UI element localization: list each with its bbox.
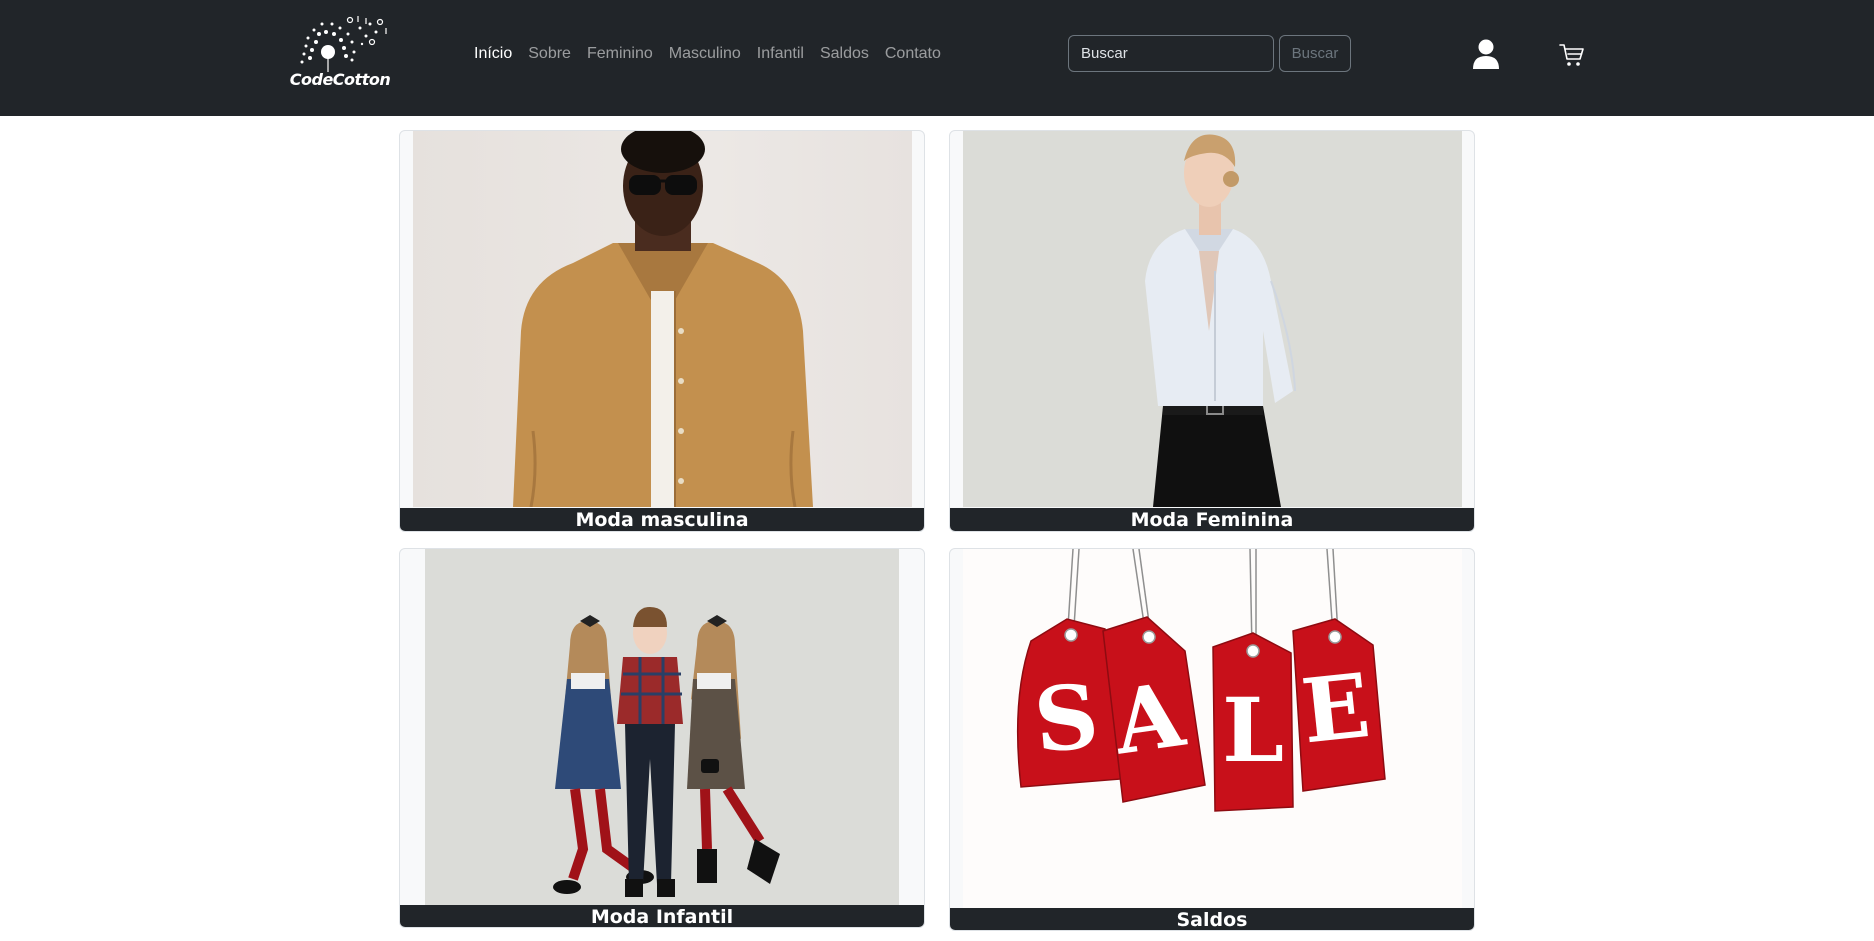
svg-text:L: L <box>1222 678 1284 782</box>
search-button[interactable]: Buscar <box>1279 35 1351 72</box>
nav-link-infantil[interactable]: Infantil <box>749 42 812 66</box>
sale-tags-illustration: S A L E <box>963 549 1462 908</box>
card-caption: Moda Infantil <box>400 905 924 927</box>
nav-link-sobre[interactable]: Sobre <box>520 42 579 66</box>
category-card-infantil[interactable]: Moda Infantil <box>399 548 925 928</box>
brand-logo[interactable]: CodeCotton <box>286 12 394 94</box>
dandelion-logo-icon <box>300 16 387 72</box>
womenswear-photo <box>963 131 1462 507</box>
card-caption: Moda Feminina <box>950 508 1474 531</box>
nav-link-inicio[interactable]: Início <box>474 42 520 66</box>
cart-icon[interactable] <box>1559 42 1585 68</box>
category-card-saldos[interactable]: S A L E Saldos <box>949 548 1475 931</box>
category-card-feminina[interactable]: Moda Feminina <box>949 130 1475 532</box>
nav-link-contato[interactable]: Contato <box>877 42 949 66</box>
nav-link-saldos[interactable]: Saldos <box>812 42 877 66</box>
card-caption: Moda masculina <box>400 508 924 531</box>
svg-text:E: E <box>1297 653 1375 763</box>
navbar: CodeCotton Início Sobre Feminino Masculi… <box>0 0 1874 116</box>
card-caption: Saldos <box>950 908 1474 930</box>
svg-text:S: S <box>1030 664 1102 773</box>
menswear-photo <box>413 131 912 507</box>
search-input[interactable]: Buscar <box>1068 35 1274 72</box>
nav-link-feminino[interactable]: Feminino <box>579 42 661 66</box>
kidswear-photo <box>425 549 899 905</box>
brand-name: CodeCotton <box>289 70 391 89</box>
main-nav: Início Sobre Feminino Masculino Infantil… <box>474 42 949 66</box>
category-card-masculina[interactable]: Moda masculina <box>399 130 925 532</box>
user-icon[interactable] <box>1472 38 1500 70</box>
nav-link-masculino[interactable]: Masculino <box>661 42 749 66</box>
